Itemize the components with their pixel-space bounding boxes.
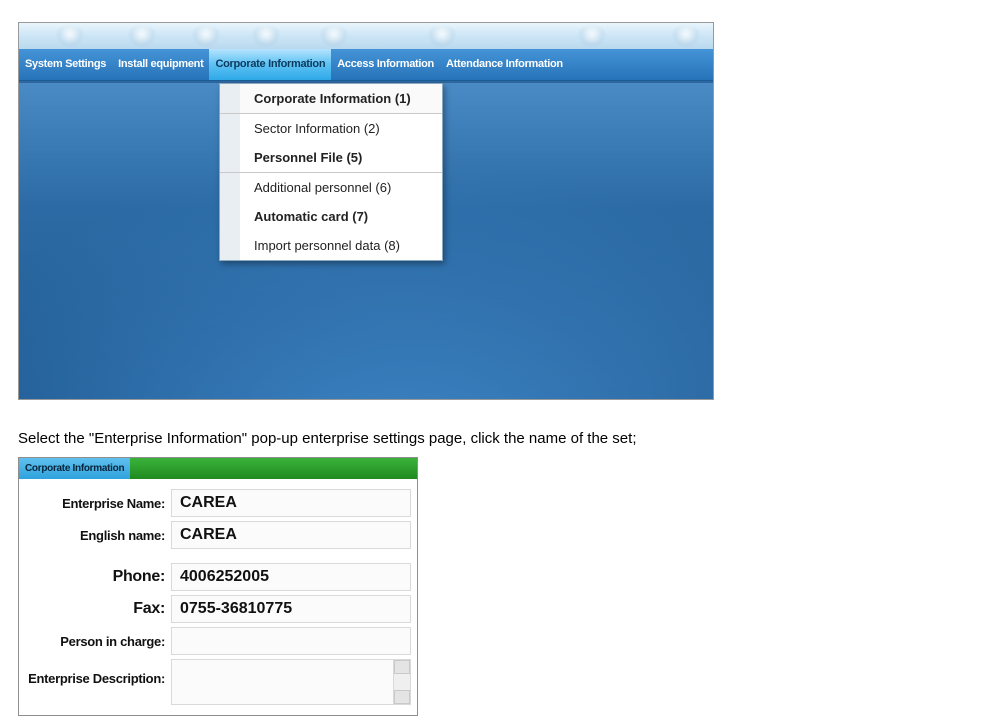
field-person-in-charge[interactable]	[171, 627, 411, 655]
toolbar-blur	[19, 23, 713, 49]
menu-corporate-information[interactable]: Corporate Information	[209, 49, 331, 80]
field-enterprise-name[interactable]: CAREA	[171, 489, 411, 517]
dropdown-item-sector-information[interactable]: Sector Information (2)	[220, 114, 442, 143]
label-english-name: English name:	[25, 528, 171, 543]
field-english-name[interactable]: CAREA	[171, 521, 411, 549]
field-enterprise-description[interactable]	[171, 659, 411, 705]
menubar: System Settings Install equipment Corpor…	[19, 49, 713, 81]
form-title: Corporate Information	[19, 458, 130, 479]
dropdown-item-automatic-card[interactable]: Automatic card (7)	[220, 202, 442, 231]
form-window: Corporate Information Enterprise Name: C…	[18, 457, 418, 716]
dropdown-item-import-personnel-data[interactable]: Import personnel data (8)	[220, 231, 442, 260]
caption-text: Select the "Enterprise Information" pop-…	[18, 430, 982, 447]
field-phone[interactable]: 4006252005	[171, 563, 411, 591]
label-phone: Phone:	[25, 568, 171, 586]
form-titlebar: Corporate Information	[19, 458, 417, 479]
menu-system-settings[interactable]: System Settings	[19, 49, 112, 80]
app-window: System Settings Install equipment Corpor…	[18, 22, 714, 400]
form-body: Enterprise Name: CAREA English name: CAR…	[19, 479, 417, 715]
menu-access-information[interactable]: Access Information	[331, 49, 440, 80]
menu-install-equipment[interactable]: Install equipment	[112, 49, 209, 80]
textarea-scrollbar[interactable]	[393, 660, 410, 704]
scroll-up-button[interactable]	[394, 660, 410, 674]
scroll-down-button[interactable]	[394, 690, 410, 704]
dropdown-item-additional-personnel[interactable]: Additional personnel (6)	[220, 173, 442, 202]
label-enterprise-description: Enterprise Description:	[25, 659, 171, 686]
menu-attendance-information[interactable]: Attendance Information	[440, 49, 569, 80]
label-enterprise-name: Enterprise Name:	[25, 496, 171, 511]
label-fax: Fax:	[25, 600, 171, 618]
label-person-in-charge: Person in charge:	[25, 634, 171, 649]
scroll-track[interactable]	[394, 674, 410, 690]
dropdown-corporate-information: Corporate Information (1) Sector Informa…	[219, 83, 443, 261]
dropdown-item-personnel-file[interactable]: Personnel File (5)	[220, 143, 442, 172]
field-fax[interactable]: 0755-36810775	[171, 595, 411, 623]
workarea: Corporate Information (1) Sector Informa…	[19, 83, 713, 399]
dropdown-item-corporate-information[interactable]: Corporate Information (1)	[220, 84, 442, 113]
